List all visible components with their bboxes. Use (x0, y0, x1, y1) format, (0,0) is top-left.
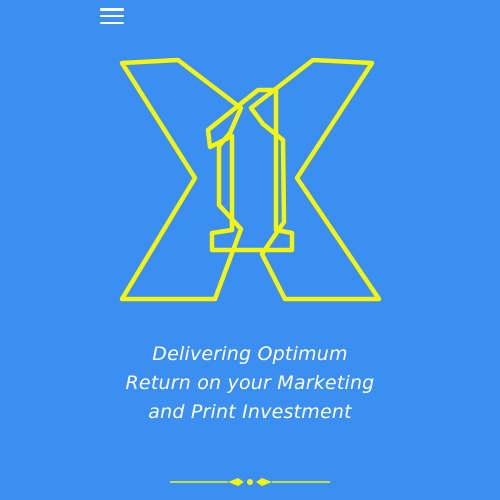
ornamental-divider-icon (170, 478, 330, 486)
tagline-line: Return on your Marketing (125, 372, 375, 394)
logo-left-chevron (119, 57, 244, 302)
hamburger-menu-button[interactable] (100, 8, 128, 24)
tagline-line: Delivering Optimum (152, 343, 348, 365)
hamburger-line (100, 21, 124, 24)
tagline-line: and Print Investment (148, 401, 352, 423)
logo-right-chevron (248, 57, 382, 302)
hamburger-line (100, 14, 124, 18)
x1-logo-icon (119, 57, 382, 302)
landing-page: Delivering Optimum Return on your Market… (0, 0, 500, 500)
hero-tagline: Delivering Optimum Return on your Market… (0, 340, 500, 427)
hamburger-line (100, 8, 124, 11)
